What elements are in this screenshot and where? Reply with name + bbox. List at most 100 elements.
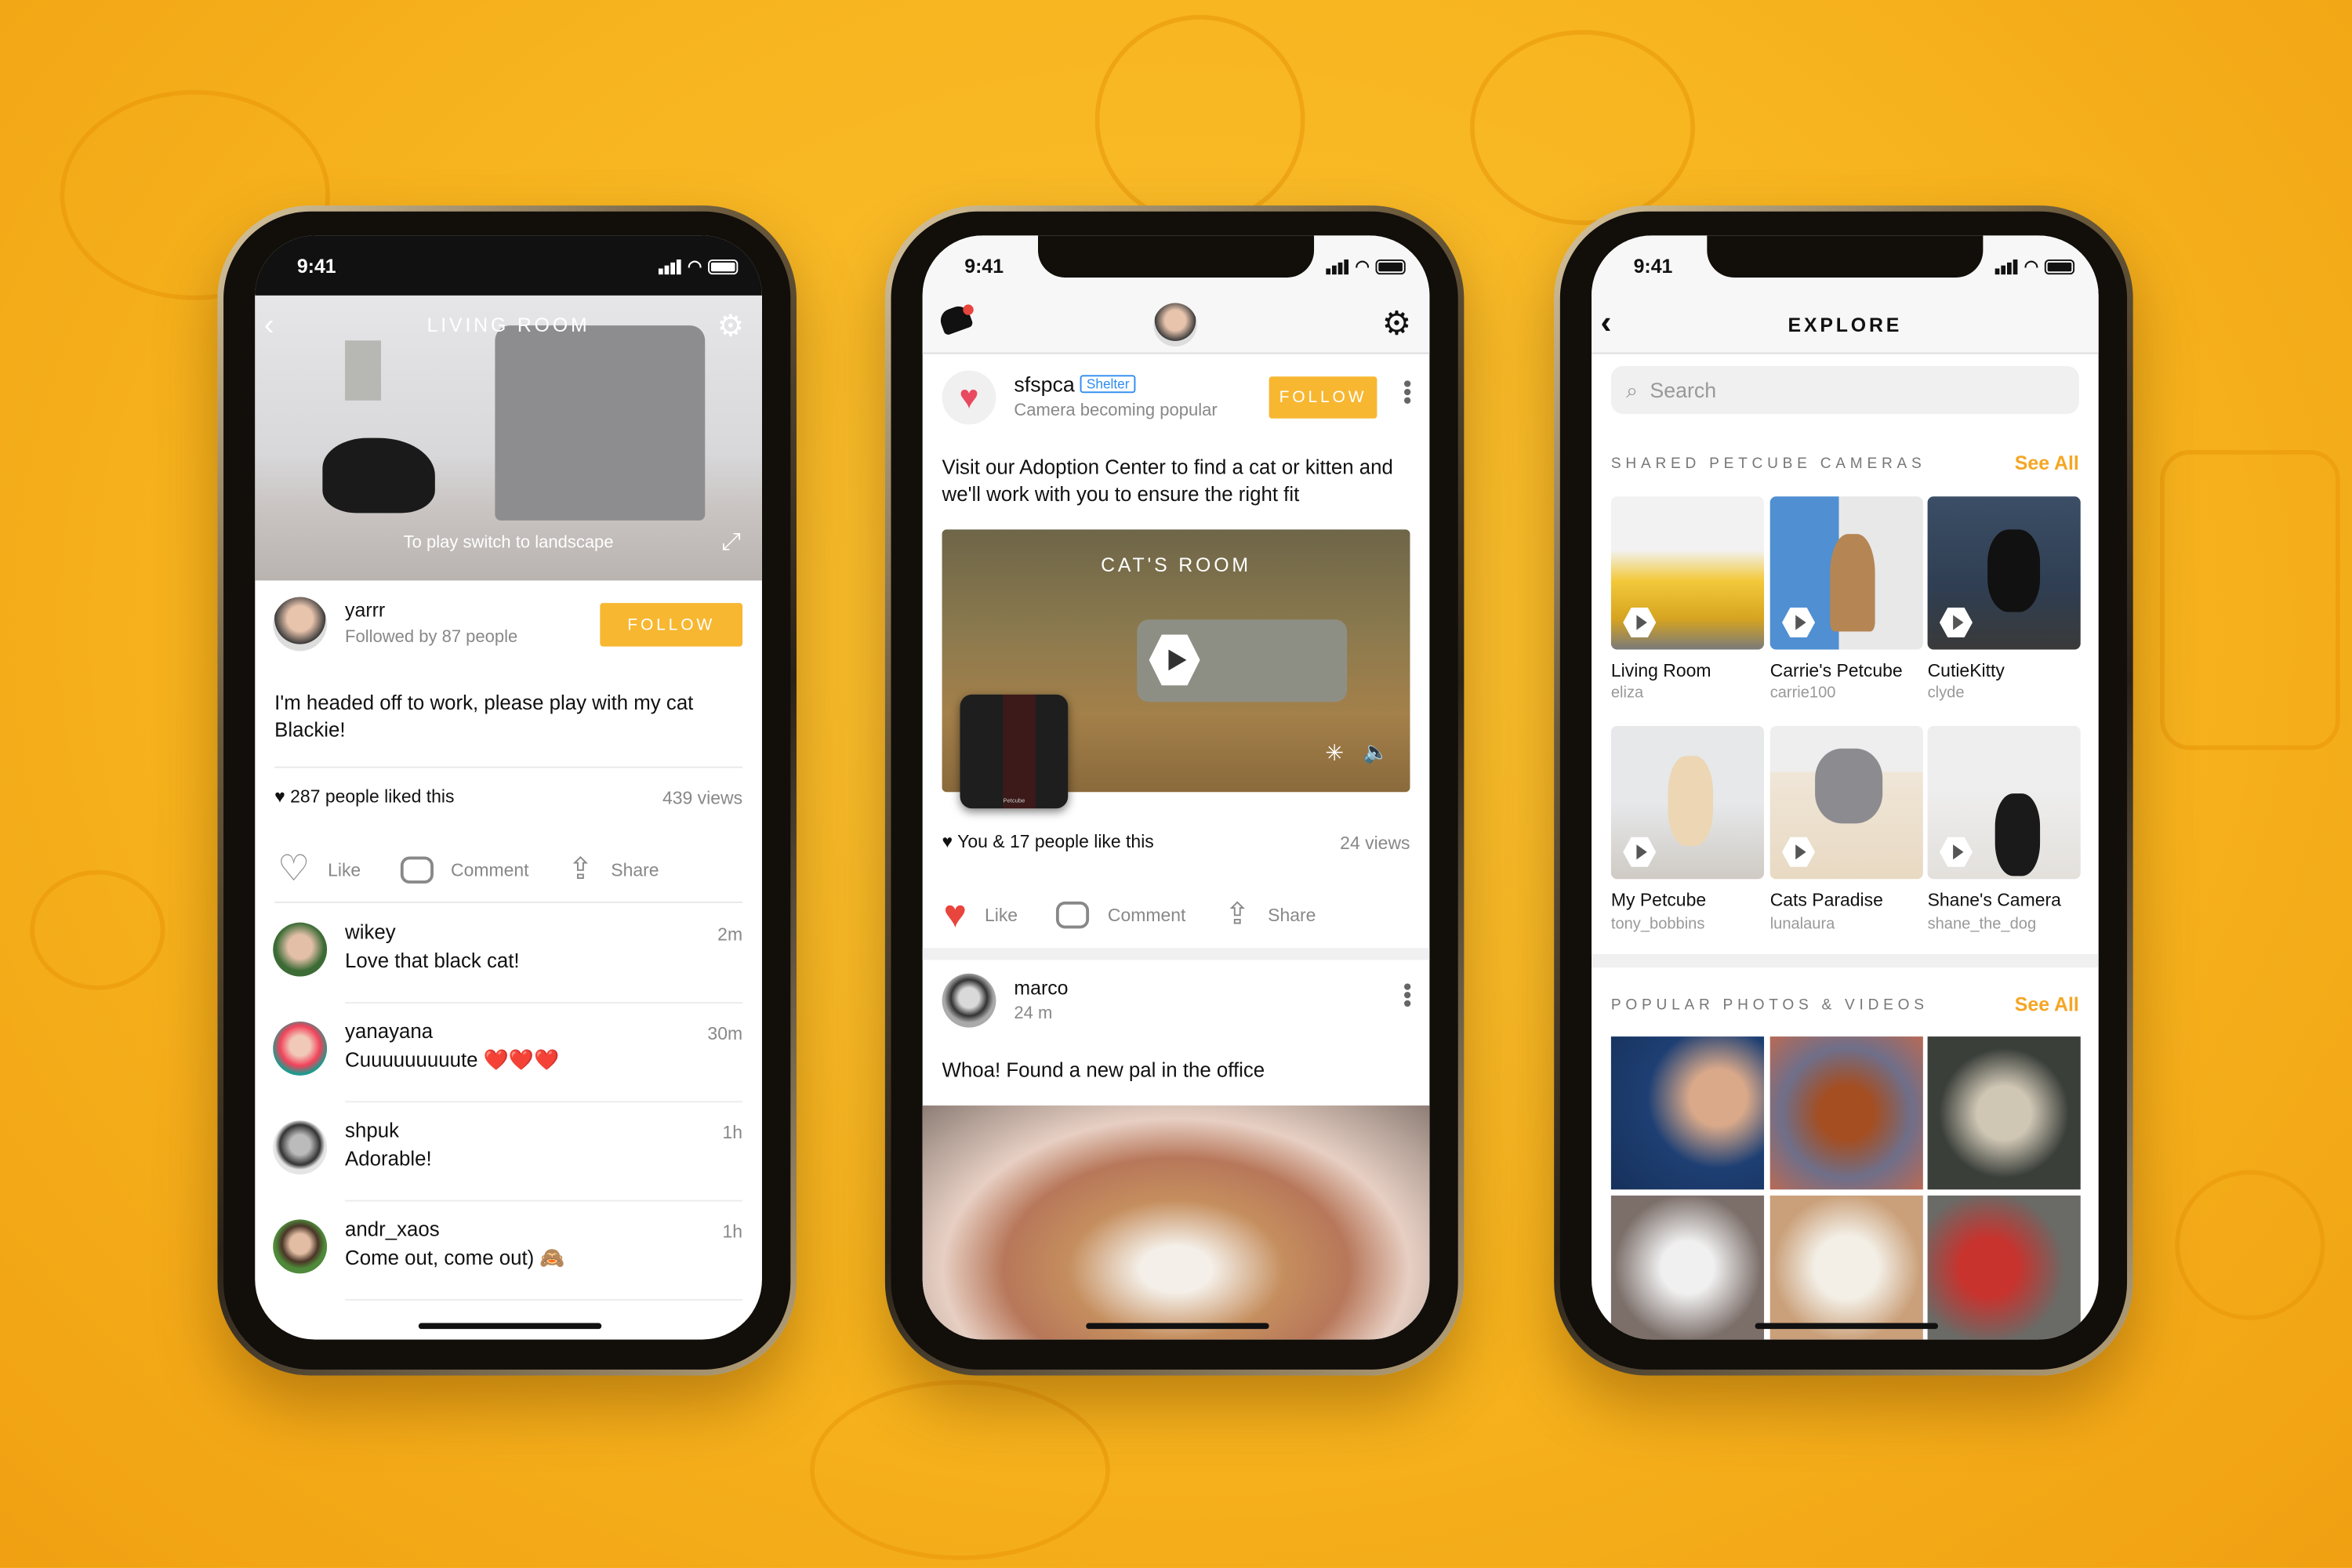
heart-icon: ♥ — [942, 830, 953, 852]
comment-time: 2m — [717, 924, 743, 946]
comment-button[interactable]: Comment — [399, 855, 529, 883]
post-text: Whoa! Found a new pal in the office — [942, 1058, 1265, 1082]
camera-tile[interactable] — [1769, 496, 1923, 650]
divider — [274, 766, 743, 768]
camera-tile[interactable] — [1610, 496, 1765, 650]
status-bar: 9:41 ◠ — [1592, 235, 2099, 296]
gear-icon[interactable]: ⚙ — [717, 307, 744, 345]
heart-icon: ♥ — [274, 786, 285, 808]
avatar[interactable] — [942, 973, 996, 1028]
avatar[interactable] — [273, 597, 328, 652]
popular-photo[interactable] — [1769, 1195, 1923, 1340]
marketing-background: 9:41 ◠ ‹ LIVING ROOM ⚙ To play switch to… — [0, 0, 2352, 1568]
wifi-icon: ◠ — [2024, 258, 2039, 277]
comment-button[interactable]: Comment — [1056, 900, 1186, 928]
wifi-icon: ◠ — [688, 258, 702, 277]
home-indicator[interactable] — [1086, 1323, 1269, 1330]
camera-tile[interactable] — [1769, 726, 1923, 880]
comment-user[interactable]: shpuk — [345, 1119, 399, 1142]
wifi-icon: ◠ — [1355, 258, 1370, 277]
expand-icon[interactable]: ⤢ — [722, 529, 742, 556]
comment-item: wikey Love that black cat! 2m — [255, 905, 762, 1004]
battery-icon — [708, 259, 739, 274]
likes-count: You & 17 people like this — [957, 830, 1154, 852]
camera-title[interactable]: Carrie's Petcube — [1770, 660, 1903, 681]
comment-time: 1h — [722, 1221, 743, 1243]
laser-icon[interactable]: ✳ — [1325, 739, 1344, 767]
like-label: Like — [328, 858, 361, 880]
like-button[interactable]: ♥ Like — [943, 891, 1018, 938]
see-all-cameras-link[interactable]: See All — [2015, 452, 2079, 474]
comment-item: yanayana Cuuuuuuuuute ❤️❤️❤️ 30m — [255, 1004, 762, 1103]
status-time: 9:41 — [1633, 255, 1673, 278]
comment-user[interactable]: andr_xaos — [345, 1218, 440, 1241]
plant-image — [345, 340, 381, 401]
follow-button[interactable]: FOLLOW — [1269, 376, 1377, 419]
camera-video-feed[interactable]: ‹ LIVING ROOM ⚙ To play switch to landsc… — [255, 295, 762, 581]
avatar[interactable] — [273, 1219, 328, 1274]
doodle-heart — [30, 869, 165, 990]
camera-tile[interactable] — [1927, 726, 2081, 880]
share-label: Share — [611, 858, 659, 880]
comment-icon — [399, 855, 434, 883]
home-indicator[interactable] — [1755, 1323, 1938, 1330]
like-button[interactable]: ♡ Like — [278, 848, 361, 891]
post-author: sfspca Shelter — [1014, 372, 1136, 396]
more-options-icon[interactable]: ••• — [1393, 379, 1419, 405]
armchair-image — [495, 325, 706, 521]
popular-photo[interactable] — [1927, 1195, 2081, 1340]
comment-time: 30m — [707, 1022, 743, 1044]
popular-photo[interactable] — [1610, 1036, 1765, 1190]
heart-filled-icon: ♥ — [943, 891, 967, 936]
popular-photo[interactable] — [1927, 1036, 2081, 1190]
volume-icon[interactable]: 🔈 — [1363, 739, 1388, 765]
post-text: Visit our Adoption Center to find a cat … — [942, 456, 1393, 506]
comment-icon — [1056, 900, 1090, 928]
camera-title[interactable]: Shane's Camera — [1928, 890, 2061, 911]
author-name[interactable]: sfspca — [1014, 372, 1074, 396]
avatar[interactable] — [273, 1120, 328, 1175]
comment-label: Comment — [1107, 903, 1186, 925]
search-placeholder: Search — [1650, 378, 1717, 402]
popular-photo[interactable] — [1610, 1195, 1765, 1340]
comment-label: Comment — [451, 858, 529, 880]
comment-user[interactable]: yanayana — [345, 1020, 433, 1043]
views-count: 24 views — [1340, 832, 1410, 854]
share-icon: ⇪ — [568, 853, 593, 887]
search-input[interactable]: ⌕ Search — [1610, 365, 2079, 415]
comment-user[interactable]: wikey — [345, 921, 396, 944]
share-button[interactable]: ⇪ Share — [568, 851, 659, 888]
see-all-popular-link[interactable]: See All — [2015, 993, 2079, 1016]
camera-tile[interactable] — [1927, 496, 2081, 650]
gear-icon[interactable]: ⚙ — [1382, 304, 1412, 343]
doodle-fish — [810, 1380, 1110, 1560]
more-options-icon[interactable]: ••• — [1393, 982, 1419, 1007]
camera-title[interactable]: Living Room — [1611, 660, 1711, 681]
share-button[interactable]: ⇪ Share — [1225, 895, 1316, 933]
profile-avatar[interactable] — [1153, 303, 1197, 347]
section-title-popular: POPULAR PHOTOS & VIDEOS — [1610, 997, 1929, 1014]
author-name[interactable]: marco — [1014, 977, 1068, 1000]
home-indicator[interactable] — [418, 1323, 602, 1330]
divider — [274, 901, 743, 903]
screen-feed: 9:41 ◠ ⚙ ♥ sfspca Shelter Camera becomin… — [922, 235, 1430, 1340]
camera-tile[interactable] — [1610, 726, 1765, 880]
play-icon — [1168, 649, 1187, 671]
camera-owner: shane_the_dog — [1927, 915, 2037, 934]
post-actions: ♥ Like Comment ⇪ Share — [943, 891, 1355, 938]
avatar[interactable] — [273, 922, 328, 977]
camera-owner: eliza — [1610, 684, 1644, 702]
dog-photo[interactable] — [922, 1105, 1430, 1340]
sfspca-logo[interactable]: ♥ — [942, 370, 996, 425]
camera-title[interactable]: CutieKitty — [1928, 660, 2005, 681]
avatar[interactable] — [273, 1021, 328, 1076]
screen-explore: 9:41 ◠ ‹ EXPLORE ⌕ Search SHARED PETCUBE … — [1592, 235, 2099, 1340]
likes-summary: ♥ You & 17 people like this — [942, 831, 1154, 852]
owner-name[interactable]: yarrr — [345, 598, 385, 621]
follow-button[interactable]: FOLLOW — [600, 603, 743, 647]
camera-title[interactable]: Cats Paradise — [1770, 890, 1883, 911]
comment-text: Adorable! — [345, 1147, 432, 1171]
popular-photo[interactable] — [1769, 1036, 1923, 1190]
views-count: 439 views — [662, 787, 743, 809]
camera-title[interactable]: My Petcube — [1611, 890, 1706, 911]
